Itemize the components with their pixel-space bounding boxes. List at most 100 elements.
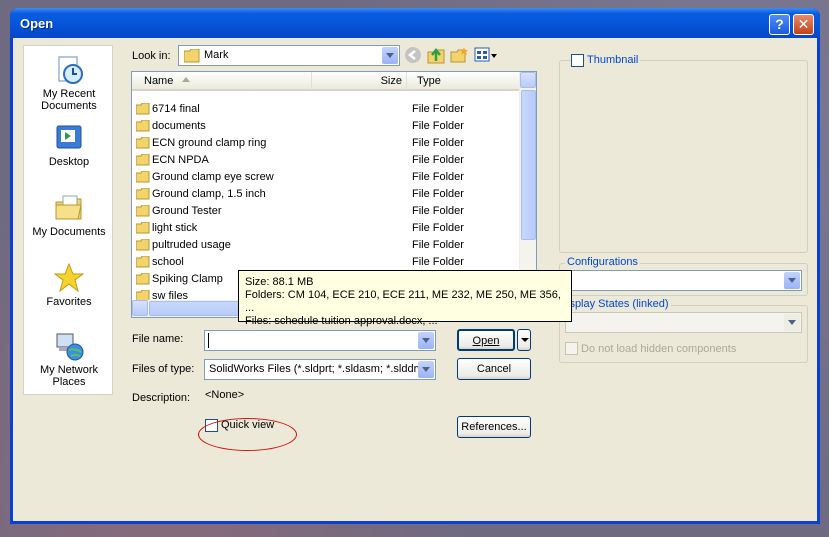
view-menu-icon[interactable] <box>474 46 498 64</box>
table-row[interactable]: ECN NPDA File Folder <box>132 152 522 169</box>
folder-icon <box>136 188 150 200</box>
file-name: ECN ground clamp ring <box>152 137 267 149</box>
table-row[interactable]: school File Folder <box>132 254 522 271</box>
files-of-type-label: Files of type: <box>132 363 195 375</box>
table-row[interactable]: light stick File Folder <box>132 220 522 237</box>
open-dialog: Open ? ✕ My Recent Documents Desktop My … <box>10 8 820 524</box>
table-row[interactable]: Ground clamp eye screw File Folder <box>132 169 522 186</box>
column-header-type[interactable]: Type <box>407 72 522 91</box>
folder-icon <box>136 120 150 132</box>
configurations-combo[interactable] <box>565 270 802 291</box>
file-name: 6714 final <box>152 103 200 115</box>
table-row[interactable]: documents File Folder <box>132 118 522 135</box>
column-size-label: Size <box>380 75 402 87</box>
look-in-label: Look in: <box>132 50 171 62</box>
file-type: File Folder <box>412 188 464 200</box>
files-of-type-combo[interactable]: SolidWorks Files (*.sldprt; *.sldasm; *.… <box>204 359 436 380</box>
place-my-documents[interactable]: My Documents <box>24 192 114 238</box>
chevron-down-icon[interactable] <box>784 272 800 289</box>
table-row[interactable]: 6714 final File Folder <box>132 101 522 118</box>
file-type: File Folder <box>412 205 464 217</box>
scroll-left-button[interactable] <box>132 300 148 316</box>
chevron-down-icon[interactable] <box>418 332 434 349</box>
column-header-size[interactable]: Size <box>312 72 407 91</box>
scroll-thumb[interactable] <box>521 90 536 240</box>
vertical-scrollbar[interactable] <box>519 72 536 302</box>
display-states-combo[interactable] <box>565 312 802 333</box>
tooltip-size: Size: 88.1 MB <box>245 276 314 288</box>
file-name: pultruded usage <box>152 239 231 251</box>
file-type: File Folder <box>412 256 464 268</box>
back-icon[interactable] <box>404 46 422 64</box>
star-icon <box>53 262 85 293</box>
table-row[interactable]: Ground clamp, 1.5 inch File Folder <box>132 186 522 203</box>
folder-icon <box>136 273 150 285</box>
thumbnail-checkbox[interactable] <box>571 54 584 67</box>
folder-icon <box>136 239 150 251</box>
description-label: Description: <box>132 392 191 404</box>
folder-tooltip: Size: 88.1 MB Folders: CM 104, ECE 210, … <box>238 270 572 327</box>
description-value: <None> <box>205 389 245 401</box>
file-name-combo[interactable] <box>204 330 436 351</box>
place-label: Desktop <box>48 156 90 168</box>
file-type: File Folder <box>412 222 464 234</box>
file-type: File Folder <box>412 120 464 132</box>
file-name: documents <box>152 120 206 132</box>
file-name: Ground clamp eye screw <box>152 171 274 183</box>
configurations-label: Configurations <box>565 256 640 268</box>
text-cursor <box>208 333 209 348</box>
file-type: File Folder <box>412 103 464 115</box>
up-folder-icon[interactable] <box>427 46 445 64</box>
chevron-down-icon[interactable] <box>784 314 800 331</box>
table-row[interactable]: ECN ground clamp ring File Folder <box>132 135 522 152</box>
file-name: Ground Tester <box>152 205 222 217</box>
open-dropdown-button[interactable] <box>517 329 531 351</box>
file-type: File Folder <box>412 154 464 166</box>
table-row[interactable]: pultruded usage File Folder <box>132 237 522 254</box>
cancel-button[interactable]: Cancel <box>457 358 531 380</box>
window-title: Open <box>20 16 54 31</box>
file-type: File Folder <box>412 171 464 183</box>
column-header-name[interactable]: Name <box>132 72 312 91</box>
folder-icon <box>136 222 150 234</box>
sort-ascending-icon <box>182 77 190 82</box>
place-label: My Documents <box>32 226 106 238</box>
folder-icon <box>136 103 150 115</box>
open-button[interactable]: Open <box>457 329 515 351</box>
table-row[interactable]: Ground Tester File Folder <box>132 203 522 220</box>
references-button[interactable]: References... <box>457 416 531 438</box>
title-bar[interactable]: Open ? ✕ <box>10 8 820 38</box>
place-my-recent-documents[interactable]: My Recent Documents <box>24 54 114 112</box>
tooltip-folders: Folders: CM 104, ECE 210, ECE 211, ME 23… <box>245 289 561 314</box>
chevron-down-icon[interactable] <box>418 361 434 378</box>
place-desktop[interactable]: Desktop <box>24 122 114 168</box>
column-type-label: Type <box>417 75 441 87</box>
new-folder-icon[interactable] <box>450 46 468 64</box>
look-in-value: Mark <box>204 49 229 61</box>
file-name: Ground clamp, 1.5 inch <box>152 188 266 200</box>
hidden-components-label: Do not load hidden components <box>581 343 737 355</box>
file-name: ECN NPDA <box>152 154 209 166</box>
chevron-down-icon[interactable] <box>382 47 398 64</box>
help-button[interactable]: ? <box>769 14 790 35</box>
desktop-icon <box>56 125 82 149</box>
place-favorites[interactable]: Favorites <box>24 262 114 308</box>
my-documents-icon <box>55 195 82 220</box>
close-button[interactable]: ✕ <box>793 14 814 35</box>
place-my-network-places[interactable]: My Network Places <box>24 330 114 388</box>
network-globe-icon <box>56 333 84 361</box>
scroll-up-button[interactable] <box>520 72 536 88</box>
files-of-type-value: SolidWorks Files (*.sldprt; *.sldasm; *.… <box>209 363 429 375</box>
place-label: Favorites <box>46 296 92 308</box>
place-label: My Recent Documents <box>41 88 97 112</box>
recent-documents-icon <box>58 56 83 84</box>
folder-icon <box>136 137 150 149</box>
folder-icon <box>136 154 150 166</box>
file-name-label: File name: <box>132 333 184 345</box>
look-in-combo[interactable]: Mark <box>178 45 400 66</box>
place-label: My Network Places <box>39 364 99 388</box>
file-name: light stick <box>152 222 198 234</box>
cancel-button-label: Cancel <box>476 363 512 375</box>
hidden-components-checkbox[interactable] <box>565 342 578 355</box>
display-states-label: isplay States (linked) <box>565 298 671 310</box>
